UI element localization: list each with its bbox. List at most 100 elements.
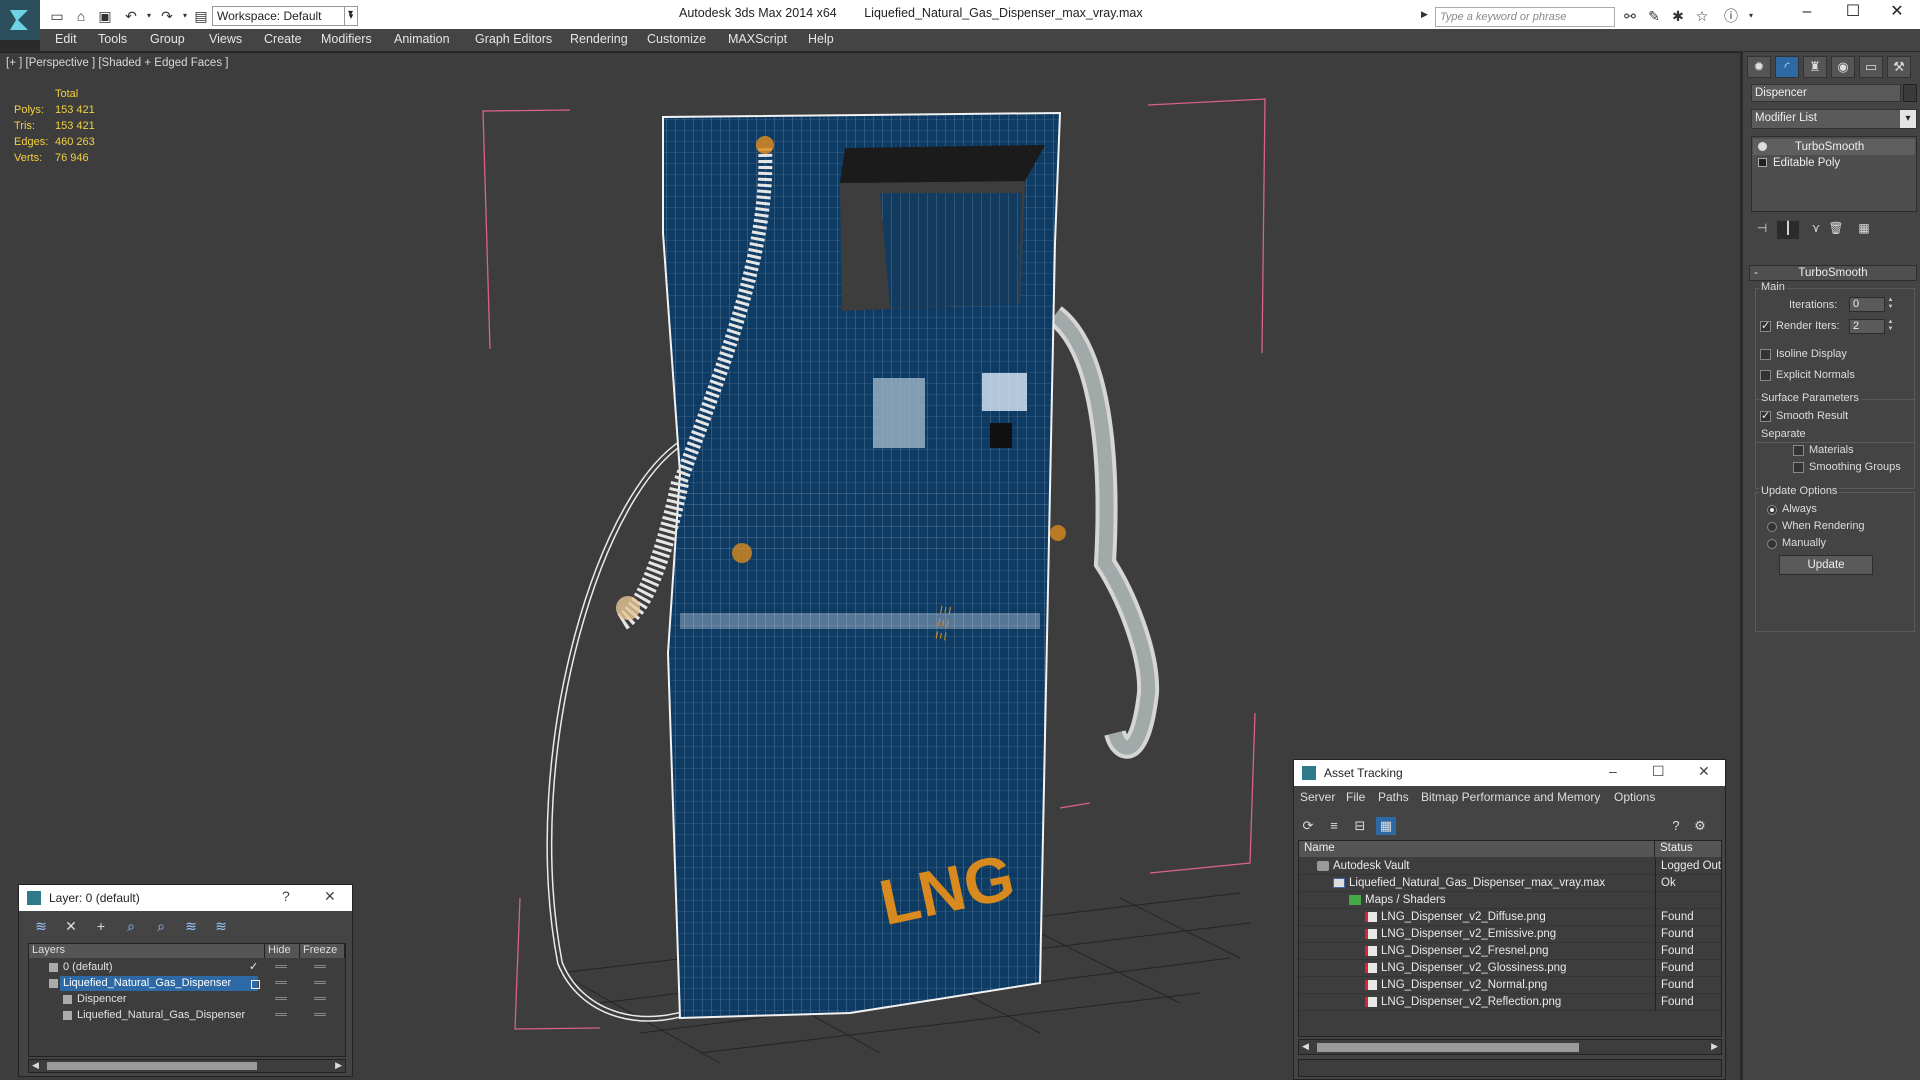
asset-menu-paths[interactable]: Paths	[1378, 790, 1409, 804]
hide-toggle[interactable]	[275, 981, 287, 984]
scroll-left-icon[interactable]: ◀	[1302, 1041, 1309, 1052]
hide-toggle[interactable]	[275, 1013, 287, 1016]
menu-customize[interactable]: Customize	[647, 32, 706, 46]
hide-toggle[interactable]	[275, 965, 287, 968]
expand-icon[interactable]	[1758, 158, 1767, 167]
asset-row[interactable]: Maps / Shaders	[1299, 892, 1721, 909]
modifier-list-select[interactable]: Modifier List ▾	[1751, 109, 1917, 129]
object-name-input[interactable]: Dispencer	[1751, 84, 1901, 102]
subscription-icon[interactable]: ✎	[1645, 8, 1663, 24]
minimize-icon[interactable]: –	[1784, 0, 1830, 26]
update-always-radio[interactable]	[1767, 505, 1777, 515]
current-layer-checkbox[interactable]	[251, 980, 260, 989]
scroll-right-icon[interactable]: ▶	[335, 1060, 342, 1071]
freeze-toggle[interactable]	[314, 981, 326, 984]
redo-icon[interactable]: ↷	[158, 7, 176, 25]
asset-menu-bitmap-performance[interactable]: Bitmap Performance and Memory	[1421, 790, 1600, 804]
column-header-hide[interactable]: Hide	[265, 944, 300, 958]
tab-create-icon[interactable]: ✹	[1747, 56, 1771, 78]
iterations-spinner[interactable]: 0	[1849, 297, 1885, 312]
favorites-star-icon[interactable]: ☆	[1693, 8, 1711, 24]
search-expand-icon[interactable]: ▶	[1421, 9, 1428, 20]
remove-modifier-icon[interactable]: 🗑	[1825, 221, 1847, 239]
freeze-toggle[interactable]	[314, 965, 326, 968]
turbosmooth-rollout-header[interactable]: - TurboSmooth	[1749, 265, 1917, 281]
smoothing-groups-checkbox[interactable]	[1793, 462, 1804, 473]
undo-icon[interactable]: ↶	[122, 7, 140, 25]
close-icon[interactable]: ✕	[324, 888, 336, 905]
hide-all-icon[interactable]: ≋	[181, 917, 201, 935]
workspace-select[interactable]: Workspace: Default ▾	[212, 6, 358, 26]
update-when-rendering-radio[interactable]	[1767, 522, 1777, 532]
scrollbar-thumb[interactable]	[1317, 1043, 1579, 1052]
menu-animation[interactable]: Animation	[394, 32, 450, 46]
help-dropdown-icon[interactable]: ▾	[1742, 8, 1760, 24]
smooth-result-checkbox[interactable]	[1760, 409, 1771, 422]
column-header-layers[interactable]: Layers	[29, 944, 265, 958]
search-input[interactable]: Type a keyword or phrase	[1435, 7, 1615, 27]
object-color-swatch[interactable]	[1903, 84, 1917, 102]
materials-checkbox[interactable]	[1793, 445, 1804, 456]
maximize-icon[interactable]: ☐	[1830, 0, 1876, 26]
scroll-left-icon[interactable]: ◀	[32, 1060, 39, 1071]
asset-menu-server[interactable]: Server	[1300, 790, 1335, 804]
show-end-result-icon[interactable]: ┃	[1777, 221, 1799, 239]
menu-group[interactable]: Group	[150, 32, 185, 46]
undo-dropdown-icon[interactable]: ▾	[140, 7, 158, 25]
column-header-status[interactable]: Status	[1655, 841, 1721, 857]
menu-modifiers[interactable]: Modifiers	[321, 32, 372, 46]
menu-edit[interactable]: Edit	[55, 32, 77, 46]
asset-menu-options[interactable]: Options	[1614, 790, 1655, 804]
asset-row[interactable]: LNG_Dispenser_v2_Emissive.png Found	[1299, 926, 1721, 943]
asset-window-titlebar[interactable]: Asset Tracking – ☐ ✕	[1294, 760, 1725, 786]
render-iters-checkbox[interactable]	[1760, 319, 1771, 332]
menu-graph-editors[interactable]: Graph Editors	[475, 32, 552, 46]
add-to-layer-icon[interactable]: +	[91, 917, 111, 935]
column-header-name[interactable]: Name	[1299, 841, 1655, 857]
asset-row[interactable]: Autodesk Vault Logged Out	[1299, 858, 1721, 875]
asset-horizontal-scrollbar[interactable]: ◀ ▶	[1298, 1039, 1722, 1055]
asset-row[interactable]: LNG_Dispenser_v2_Fresnel.png Found	[1299, 943, 1721, 960]
binoculars-icon[interactable]: ⚯	[1621, 8, 1639, 24]
asset-menu-file[interactable]: File	[1346, 790, 1365, 804]
menu-rendering[interactable]: Rendering	[570, 32, 628, 46]
save-icon[interactable]: ▣	[96, 7, 114, 25]
spinner-arrows-icon[interactable]: ▲ ▼	[1886, 319, 1895, 334]
update-manually-radio[interactable]	[1767, 539, 1777, 549]
help-icon[interactable]: ⓘ	[1722, 8, 1740, 24]
asset-row[interactable]: LNG_Dispenser_v2_Diffuse.png Found	[1299, 909, 1721, 926]
delete-layer-icon[interactable]: ✕	[61, 917, 81, 935]
viewport-label[interactable]: [+ ] [Perspective ] [Shaded + Edged Face…	[6, 57, 228, 69]
app-logo-icon[interactable]	[0, 0, 40, 40]
render-iters-spinner[interactable]: 2	[1849, 319, 1885, 334]
refresh-icon[interactable]: ⟳	[1298, 817, 1318, 835]
asset-row[interactable]: LNG_Dispenser_v2_Glossiness.png Found	[1299, 960, 1721, 977]
lightbulb-icon[interactable]	[1758, 142, 1767, 151]
tab-hierarchy-icon[interactable]: ♜	[1803, 56, 1827, 78]
freeze-toggle[interactable]	[314, 1013, 326, 1016]
select-objects-icon[interactable]: ⌕	[121, 917, 141, 935]
layer-window-titlebar[interactable]: Layer: 0 (default) ? ✕	[19, 885, 352, 911]
communication-center-icon[interactable]: ✱	[1669, 8, 1687, 24]
menu-views[interactable]: Views	[209, 32, 242, 46]
table-view-icon[interactable]: ▦	[1376, 817, 1396, 835]
layer-row[interactable]: Liquefied_Natural_Gas_Dispenser	[29, 1008, 345, 1024]
project-folder-icon[interactable]: ▤	[192, 7, 210, 25]
update-button[interactable]: Update	[1779, 555, 1873, 575]
open-folder-icon[interactable]: ⌂	[72, 7, 90, 25]
stack-item-turbosmooth[interactable]: TurboSmooth	[1753, 139, 1915, 155]
close-icon[interactable]: ✕	[1698, 763, 1710, 780]
minimize-icon[interactable]: –	[1609, 763, 1617, 779]
help-button[interactable]: ?	[282, 888, 290, 904]
menu-create[interactable]: Create	[264, 32, 302, 46]
new-file-icon[interactable]: ▭	[48, 7, 66, 25]
layer-row[interactable]: Dispencer	[29, 992, 345, 1008]
menu-help[interactable]: Help	[808, 32, 834, 46]
maximize-icon[interactable]: ☐	[1652, 763, 1665, 780]
scrollbar-thumb[interactable]	[47, 1062, 257, 1070]
tab-modify-icon[interactable]: ◜	[1775, 56, 1799, 78]
spinner-arrows-icon[interactable]: ▲ ▼	[1886, 297, 1895, 312]
stack-item-editable-poly[interactable]: Editable Poly	[1753, 155, 1915, 171]
pin-stack-icon[interactable]: ⊣	[1751, 221, 1773, 239]
scroll-right-icon[interactable]: ▶	[1711, 1041, 1718, 1052]
